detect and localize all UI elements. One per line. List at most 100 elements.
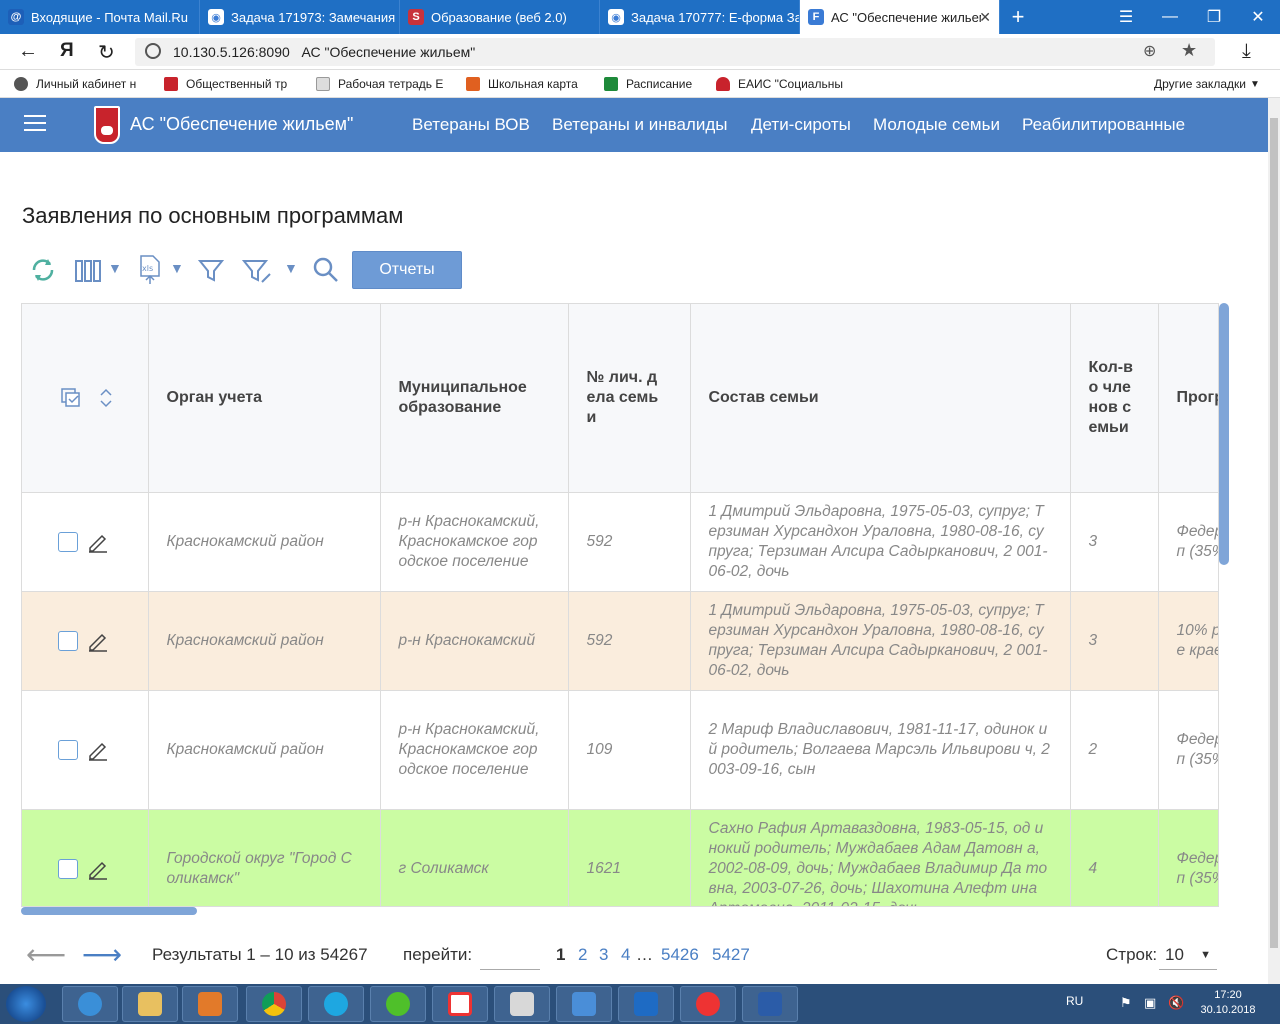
cell-member-count: 4: [1070, 809, 1159, 906]
edit-pencil-icon[interactable]: [86, 531, 110, 553]
chevron-down-icon[interactable]: ▼: [108, 260, 122, 276]
url-field[interactable]: 10.130.5.126:8090 АС "Обеспечение жильем…: [135, 38, 1215, 66]
nav-orphans[interactable]: Дети-сироты: [751, 115, 851, 135]
page-link[interactable]: 5426: [661, 945, 699, 965]
yandex-icon[interactable]: Я: [60, 40, 74, 62]
download-icon[interactable]: ⤓: [1242, 40, 1251, 63]
refresh-icon[interactable]: [30, 256, 56, 284]
zoom-icon[interactable]: ⊕: [1143, 41, 1156, 61]
bookmark-item[interactable]: Личный кабинет н: [14, 77, 136, 91]
table-row[interactable]: Краснокамский район р-н Краснокамский 59…: [22, 591, 1218, 691]
taskbar-yandex[interactable]: [432, 986, 488, 1022]
taskbar-media[interactable]: [182, 986, 238, 1022]
nav-rehabilitated[interactable]: Реабилитированные: [1022, 115, 1185, 135]
taskbar-calculator[interactable]: [494, 986, 550, 1022]
taskbar-chrome[interactable]: [246, 986, 302, 1022]
cell-program: Федер евая п (35%: [1158, 492, 1218, 592]
col-header-municipality[interactable]: Муниципальное образование: [380, 304, 569, 493]
chevron-down-icon[interactable]: ▼: [170, 260, 184, 276]
tab-education[interactable]: S Образование (веб 2.0): [400, 0, 600, 34]
close-tab-icon[interactable]: ✕: [979, 9, 991, 26]
bookmark-item[interactable]: Расписание: [604, 77, 692, 91]
col-header-file-no[interactable]: № лич. д ела семь и: [568, 304, 691, 493]
table-row[interactable]: Городской округ "Город С оликамск" г Сол…: [22, 809, 1218, 906]
col-header-program[interactable]: Програ выпла: [1158, 304, 1218, 493]
prev-page-arrow-icon[interactable]: ⟵: [26, 938, 66, 971]
sort-icon[interactable]: [98, 387, 114, 409]
rows-per-page-select[interactable]: 10 ▼: [1159, 942, 1217, 970]
reload-icon[interactable]: ↻: [98, 40, 115, 65]
bookmark-item[interactable]: ЕАИС "Социальны: [716, 77, 843, 91]
nav-veterans-disabled[interactable]: Ветераны и инвалиды: [552, 115, 727, 135]
new-tab-button[interactable]: +: [996, 0, 1040, 34]
page-ellipsis: …: [636, 945, 653, 964]
goto-page-input[interactable]: [480, 942, 540, 970]
taskbar-yandex-y[interactable]: [680, 986, 736, 1022]
grid-vertical-scrollbar[interactable]: [1219, 303, 1229, 565]
tab-task-171973[interactable]: ◉ Задача 171973: Замечания: [200, 0, 400, 34]
page-scrollbar-thumb[interactable]: [1270, 118, 1278, 948]
other-bookmarks[interactable]: Другие закладки ▼: [1154, 77, 1260, 91]
minimize-icon[interactable]: —: [1148, 0, 1192, 34]
row-checkbox[interactable]: [58, 531, 78, 552]
taskbar-remote[interactable]: [556, 986, 612, 1022]
page-link[interactable]: 3: [599, 945, 608, 965]
table-row[interactable]: Краснокамский район р-н Краснокамский, К…: [22, 492, 1218, 592]
edit-pencil-icon[interactable]: [86, 630, 110, 652]
taskbar-outlook[interactable]: [618, 986, 674, 1022]
language-indicator[interactable]: RU: [1066, 994, 1083, 1008]
reports-button[interactable]: Отчеты: [352, 251, 462, 289]
back-arrow-icon[interactable]: ←: [18, 40, 38, 63]
row-checkbox[interactable]: [58, 739, 78, 760]
col-header-member-count[interactable]: Кол-в о чле нов с емьи: [1070, 304, 1159, 493]
page-link[interactable]: 4: [621, 945, 630, 965]
browser-menu-icon[interactable]: ☰: [1104, 0, 1148, 34]
bookmark-item[interactable]: Общественный тр: [164, 77, 287, 91]
search-icon[interactable]: [312, 256, 340, 284]
page-link[interactable]: 5427: [712, 945, 750, 965]
taskbar-word[interactable]: [742, 986, 798, 1022]
restore-icon[interactable]: ❐: [1192, 0, 1236, 34]
nav-veterans-wwii[interactable]: Ветераны ВОВ: [412, 115, 530, 135]
close-window-icon[interactable]: ✕: [1236, 0, 1280, 34]
tab-housing-active[interactable]: F АС "Обеспечение жильем" ✕: [800, 0, 1000, 34]
start-button[interactable]: [6, 986, 46, 1022]
row-checkbox[interactable]: [58, 858, 78, 879]
grid-horizontal-scrollbar[interactable]: [21, 907, 197, 915]
taskbar-icq[interactable]: [370, 986, 426, 1022]
page-scrollbar[interactable]: [1268, 98, 1280, 984]
col-header-family[interactable]: Состав семьи: [690, 304, 1071, 493]
nav-young-families[interactable]: Молодые семьи: [873, 115, 1000, 135]
table-row[interactable]: Краснокамский район р-н Краснокамский, К…: [22, 690, 1218, 810]
hamburger-menu-icon[interactable]: [24, 115, 46, 133]
f-icon: F: [808, 9, 824, 25]
icq-icon: [386, 992, 410, 1016]
filter-icon[interactable]: [198, 258, 224, 284]
page-link[interactable]: 2: [578, 945, 587, 965]
taskbar-ie[interactable]: [62, 986, 118, 1022]
export-xls-icon[interactable]: xls: [138, 254, 162, 286]
chevron-down-icon[interactable]: ▼: [284, 260, 298, 276]
edit-pencil-icon[interactable]: [86, 858, 110, 880]
row-checkbox[interactable]: [58, 630, 78, 651]
cell-organ: Краснокамский район: [148, 690, 381, 810]
calculator-icon: [510, 992, 534, 1016]
network-icon[interactable]: ▣: [1144, 995, 1156, 1011]
star-icon[interactable]: ★: [1181, 40, 1197, 61]
volume-muted-icon[interactable]: 🔇: [1168, 995, 1184, 1011]
flag-icon[interactable]: ⚑: [1120, 995, 1132, 1011]
taskbar-skype[interactable]: [308, 986, 364, 1022]
bookmark-item[interactable]: Рабочая тетрадь Е: [316, 77, 443, 91]
edit-filter-icon[interactable]: [242, 258, 274, 284]
columns-icon[interactable]: [74, 258, 102, 284]
tab-task-170777[interactable]: ◉ Задача 170777: Е-форма За: [600, 0, 800, 34]
select-all-icon[interactable]: [60, 387, 84, 409]
tab-mail[interactable]: @ Входящие - Почта Mail.Ru: [0, 0, 200, 34]
system-clock[interactable]: 17:20 30.10.2018: [1196, 988, 1260, 1018]
next-page-arrow-icon[interactable]: ⟶: [82, 938, 122, 971]
taskbar-explorer[interactable]: [122, 986, 178, 1022]
edit-pencil-icon[interactable]: [86, 739, 110, 761]
site-info-icon[interactable]: [145, 43, 161, 59]
bookmark-item[interactable]: Школьная карта: [466, 77, 578, 91]
col-header-organ[interactable]: Орган учета: [148, 304, 381, 493]
